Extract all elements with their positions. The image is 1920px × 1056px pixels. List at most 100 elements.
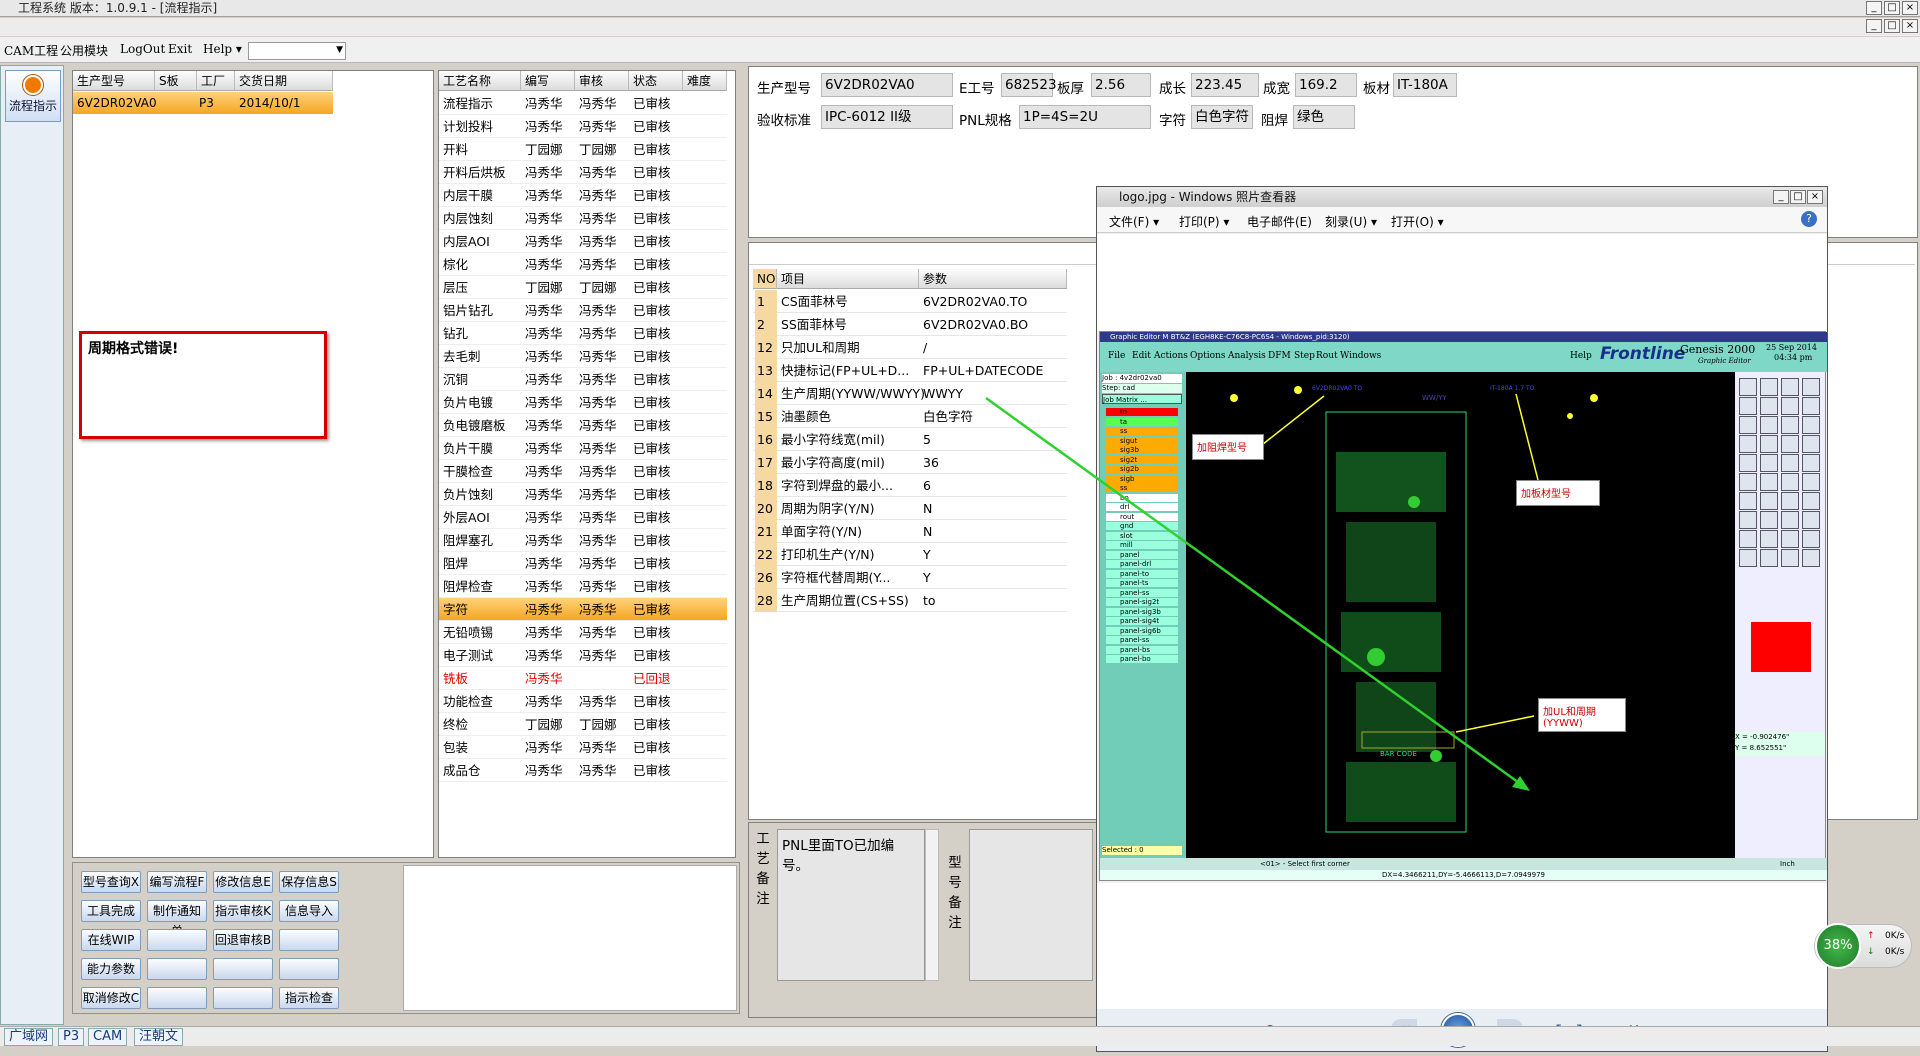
table-row[interactable]: 电子测试 冯秀华 冯秀华 已审核 (439, 644, 727, 667)
status-tab-factory[interactable]: P3 (58, 1028, 85, 1046)
table-row[interactable]: 阻焊 冯秀华 冯秀华 已审核 (439, 552, 727, 575)
action-button[interactable] (147, 958, 207, 980)
value-model[interactable]: 6V2DR02VA0 (821, 73, 953, 97)
table-row[interactable]: 负片电镀 冯秀华 冯秀华 已审核 (439, 391, 727, 414)
table-row[interactable]: 17 最小字符高度(mil) 36 (753, 451, 1067, 474)
action-button[interactable]: 在线WIP (81, 929, 141, 951)
table-row[interactable]: 内层蚀刻 冯秀华 冯秀华 已审核 (439, 207, 727, 230)
table-row[interactable]: 15 油墨颜色 白色字符 (753, 405, 1067, 428)
viewer-close-button[interactable]: × (1807, 190, 1823, 204)
table-row[interactable]: 铣板 冯秀华 已回退 (439, 667, 727, 690)
table-row[interactable]: 14 生产周期(YYWW/WWYY) WWYY (753, 382, 1067, 405)
value-thickness[interactable]: 2.56 (1091, 73, 1151, 97)
viewer-minimize-button[interactable]: _ (1773, 190, 1789, 204)
value-material[interactable]: IT-180A (1393, 73, 1457, 97)
viewer-menu-email[interactable]: 电子邮件(E) (1247, 213, 1312, 230)
table-row[interactable]: 6V2DR02VA0 P3 2014/10/1 (73, 92, 333, 114)
col-writer[interactable]: 编写 (521, 71, 575, 91)
net-monitor[interactable]: 38% ↑ ↓ 0K/s 0K/s (1814, 923, 1912, 969)
action-button[interactable] (213, 987, 273, 1009)
table-row[interactable]: 流程指示 冯秀华 冯秀华 已审核 (439, 92, 727, 115)
action-button[interactable] (147, 929, 207, 951)
table-row[interactable]: 钻孔 冯秀华 冯秀华 已审核 (439, 322, 727, 345)
table-row[interactable]: 开料后烘板 冯秀华 冯秀华 已审核 (439, 161, 727, 184)
table-row[interactable]: 无铅喷锡 冯秀华 冯秀华 已审核 (439, 621, 727, 644)
status-tab-network[interactable]: 广域网 (4, 1028, 54, 1046)
table-row[interactable]: 功能检查 冯秀华 冯秀华 已审核 (439, 690, 727, 713)
table-row[interactable]: 13 快捷标记(FP+UL+D... FP+UL+DATECODE (753, 359, 1067, 382)
value-standard[interactable]: IPC-6012 II级 (821, 105, 953, 129)
table-row[interactable]: 阻焊塞孔 冯秀华 冯秀华 已审核 (439, 529, 727, 552)
value-eno[interactable]: 682523 (1001, 73, 1057, 97)
table-row[interactable]: 1 CS面菲林号 6V2DR02VA0.TO (753, 290, 1067, 313)
maximize-button[interactable]: □ (1884, 1, 1900, 15)
scrollbar[interactable] (925, 829, 939, 981)
action-button[interactable]: 型号查询X (81, 871, 141, 893)
menu-public-module[interactable]: 公用模块 (60, 42, 108, 59)
help-icon[interactable]: ? (1801, 211, 1817, 227)
col-reviewer[interactable]: 审核 (575, 71, 629, 91)
status-tab-cam[interactable]: CAM (88, 1028, 128, 1046)
viewer-maximize-button[interactable]: □ (1790, 190, 1806, 204)
col-param[interactable]: 参数 (919, 269, 1067, 289)
action-button[interactable]: 指示审核K (213, 900, 273, 922)
action-button[interactable]: 指示检查 (279, 987, 339, 1009)
mdi-close-button[interactable]: × (1902, 19, 1918, 33)
menu-logout[interactable]: LogOut (120, 42, 165, 56)
action-button[interactable]: 修改信息E (213, 871, 273, 893)
menu-help[interactable]: Help ▾ (203, 42, 242, 56)
table-row[interactable]: 20 周期为阴字(Y/N) N (753, 497, 1067, 520)
table-row[interactable]: 铝片钻孔 冯秀华 冯秀华 已审核 (439, 299, 727, 322)
action-button[interactable]: 制作通知单 (147, 900, 207, 938)
table-row[interactable]: 21 单面字符(Y/N) N (753, 520, 1067, 543)
table-row[interactable]: 2 SS面菲林号 6V2DR02VA0.BO (753, 313, 1067, 336)
action-button[interactable] (213, 958, 273, 980)
table-row[interactable]: 外层AOI 冯秀华 冯秀华 已审核 (439, 506, 727, 529)
viewer-menu-print[interactable]: 打印(P) ▾ (1179, 213, 1229, 230)
table-row[interactable]: 计划投料 冯秀华 冯秀华 已审核 (439, 115, 727, 138)
module-combo[interactable]: ▼ (248, 42, 346, 60)
action-button[interactable]: 回退审核B (213, 929, 273, 951)
action-button[interactable] (279, 958, 339, 980)
viewer-menu-burn[interactable]: 刻录(U) ▾ (1325, 213, 1377, 230)
mdi-minimize-button[interactable]: _ (1866, 19, 1882, 33)
value-character[interactable]: 白色字符 (1191, 105, 1253, 129)
mdi-restore-button[interactable]: □ (1884, 19, 1900, 33)
table-row[interactable]: 12 只加UL和周期 / (753, 336, 1067, 359)
action-button[interactable]: 编写流程F (147, 871, 207, 893)
table-row[interactable]: 字符 冯秀华 冯秀华 已审核 (439, 598, 727, 621)
col-process-name[interactable]: 工艺名称 (439, 71, 521, 91)
value-length[interactable]: 223.45 (1191, 73, 1259, 97)
col-difficulty[interactable]: 难度 (683, 71, 727, 91)
table-row[interactable]: 包装 冯秀华 冯秀华 已审核 (439, 736, 727, 759)
process-remark-text[interactable]: PNL里面TO已加编号。 (777, 829, 925, 981)
close-button[interactable]: × (1902, 1, 1918, 15)
action-button[interactable] (147, 987, 207, 1009)
menu-cam[interactable]: CAM工程 (4, 42, 58, 59)
table-row[interactable]: 成品仓 冯秀华 冯秀华 已审核 (439, 759, 727, 782)
action-button[interactable] (279, 929, 339, 951)
menu-exit[interactable]: Exit (168, 42, 192, 56)
minimize-button[interactable]: _ (1866, 1, 1882, 15)
col-item[interactable]: 项目 (777, 269, 919, 289)
col-factory[interactable]: 工厂 (197, 71, 235, 91)
col-status[interactable]: 状态 (629, 71, 683, 91)
table-row[interactable]: 负片干膜 冯秀华 冯秀华 已审核 (439, 437, 727, 460)
table-row[interactable]: 16 最小字符线宽(mil) 5 (753, 428, 1067, 451)
table-row[interactable]: 开料 丁园娜 丁园娜 已审核 (439, 138, 727, 161)
table-row[interactable]: 26 字符框代替周期(Y... Y (753, 566, 1067, 589)
table-row[interactable]: 内层干膜 冯秀华 冯秀华 已审核 (439, 184, 727, 207)
action-button[interactable]: 保存信息S (279, 871, 339, 893)
flow-instruction-nav-button[interactable]: 流程指示 (5, 70, 61, 122)
model-remark-text[interactable] (969, 829, 1093, 981)
action-button[interactable]: 取消修改C (81, 987, 141, 1009)
table-row[interactable]: 负片蚀刻 冯秀华 冯秀华 已审核 (439, 483, 727, 506)
table-row[interactable]: 28 生产周期位置(CS+SS) to (753, 589, 1067, 612)
action-button[interactable]: 工具完成 (81, 900, 141, 922)
action-button[interactable]: 信息导入 (279, 900, 339, 922)
table-row[interactable]: 沉铜 冯秀华 冯秀华 已审核 (439, 368, 727, 391)
table-row[interactable]: 阻焊检查 冯秀华 冯秀华 已审核 (439, 575, 727, 598)
table-row[interactable]: 棕化 冯秀华 冯秀华 已审核 (439, 253, 727, 276)
value-soldermask[interactable]: 绿色 (1293, 105, 1355, 129)
table-row[interactable]: 层压 丁园娜 丁园娜 已审核 (439, 276, 727, 299)
